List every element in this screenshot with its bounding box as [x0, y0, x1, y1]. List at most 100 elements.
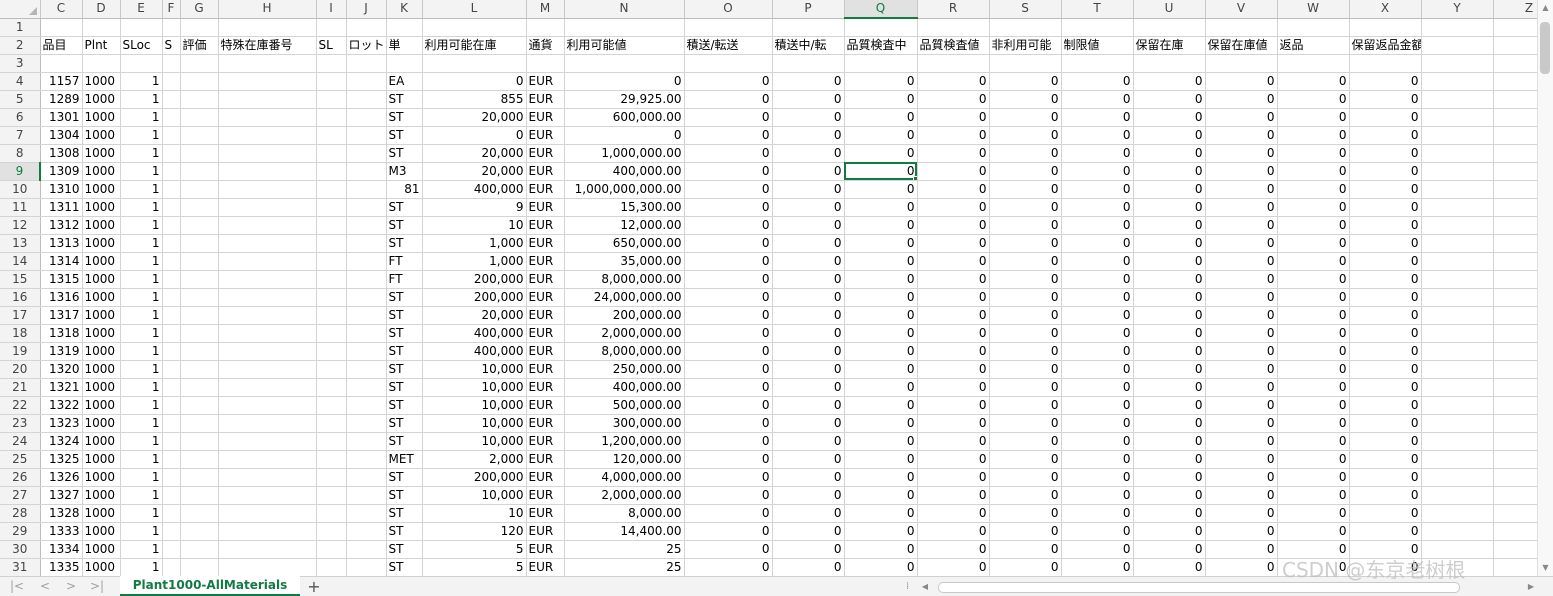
cell[interactable]: 14,400.00	[564, 522, 685, 541]
cell[interactable]	[1349, 54, 1422, 73]
cell[interactable]: 81	[386, 180, 423, 199]
vertical-scrollbar[interactable]: ▲ ▼	[1537, 0, 1553, 576]
cell[interactable]: 0	[1133, 540, 1206, 559]
header-cell[interactable]: 品質検査中	[844, 36, 918, 55]
cell[interactable]	[180, 144, 219, 163]
header-cell[interactable]: 返品	[1277, 36, 1350, 55]
cell[interactable]: 0	[1349, 486, 1422, 505]
add-sheet-button[interactable]: +	[304, 577, 324, 596]
cell[interactable]: 0	[1133, 108, 1206, 127]
cell[interactable]	[218, 414, 317, 433]
column-header-s[interactable]: S	[989, 0, 1062, 19]
row-header[interactable]: 7	[0, 126, 41, 145]
cell[interactable]	[162, 342, 181, 361]
cell[interactable]	[162, 504, 181, 523]
cell[interactable]	[1133, 18, 1206, 37]
cell[interactable]: 29,925.00	[564, 90, 685, 109]
cell[interactable]: 0	[1061, 396, 1134, 415]
cell[interactable]	[526, 18, 565, 37]
column-header-k[interactable]: K	[386, 0, 423, 19]
cell[interactable]	[218, 342, 317, 361]
select-all-corner[interactable]	[0, 0, 41, 19]
cell[interactable]: 400,000	[422, 180, 527, 199]
cell[interactable]: 0	[1349, 252, 1422, 271]
cell[interactable]: 0	[1205, 216, 1278, 235]
cell[interactable]: 1000	[82, 540, 121, 559]
cell[interactable]	[180, 504, 219, 523]
row-header[interactable]: 8	[0, 144, 41, 163]
cell[interactable]: 1317	[40, 306, 83, 325]
row-header[interactable]: 4	[0, 72, 41, 91]
cell[interactable]	[346, 180, 387, 199]
cell[interactable]: MET	[386, 450, 423, 469]
cell[interactable]: 120	[422, 522, 527, 541]
cell[interactable]	[316, 432, 347, 451]
cell[interactable]	[180, 378, 219, 397]
cell[interactable]: 0	[1061, 162, 1134, 181]
column-header-x[interactable]: X	[1349, 0, 1422, 19]
cell[interactable]	[1421, 216, 1494, 235]
cell[interactable]: 0	[917, 144, 990, 163]
cell[interactable]: 0	[772, 306, 845, 325]
cell[interactable]	[772, 18, 845, 37]
cell[interactable]: 1312	[40, 216, 83, 235]
cell[interactable]: 650,000.00	[564, 234, 685, 253]
cell[interactable]: 0	[917, 450, 990, 469]
cell[interactable]: 1000	[82, 504, 121, 523]
cell[interactable]: 20,000	[422, 108, 527, 127]
cell[interactable]: EA	[386, 72, 423, 91]
cell[interactable]	[1421, 522, 1494, 541]
cell[interactable]	[1421, 18, 1494, 37]
cell[interactable]: 1311	[40, 198, 83, 217]
cell[interactable]	[346, 504, 387, 523]
cell[interactable]: EUR	[526, 72, 565, 91]
cell[interactable]	[1421, 486, 1494, 505]
cell[interactable]: 0	[1277, 504, 1350, 523]
cell[interactable]: 0	[772, 90, 845, 109]
cell[interactable]: 0	[1349, 180, 1422, 199]
cell[interactable]	[162, 72, 181, 91]
cell[interactable]: 0	[1277, 180, 1350, 199]
cell[interactable]	[844, 54, 918, 73]
scroll-down-icon[interactable]: ▼	[1538, 560, 1553, 576]
cell[interactable]: ST	[386, 540, 423, 559]
cell[interactable]	[346, 306, 387, 325]
cell[interactable]: 0	[844, 450, 918, 469]
cell[interactable]: ST	[386, 342, 423, 361]
cell[interactable]: EUR	[526, 270, 565, 289]
cell[interactable]: 1333	[40, 522, 83, 541]
cell[interactable]	[1205, 54, 1278, 73]
cell[interactable]: 0	[772, 198, 845, 217]
row-header[interactable]: 15	[0, 270, 41, 289]
cell[interactable]: 2,000	[422, 450, 527, 469]
cell[interactable]	[1493, 486, 1537, 505]
cell[interactable]	[346, 72, 387, 91]
cell[interactable]	[40, 54, 83, 73]
cell[interactable]	[346, 468, 387, 487]
cell[interactable]: EUR	[526, 432, 565, 451]
cell[interactable]: 0	[1133, 324, 1206, 343]
row-header[interactable]: 28	[0, 504, 41, 523]
first-sheet-icon[interactable]: |<	[6, 577, 28, 596]
cell[interactable]: 0	[1061, 324, 1134, 343]
cell[interactable]: 0	[772, 234, 845, 253]
cell[interactable]: EUR	[526, 126, 565, 145]
cell[interactable]	[218, 198, 317, 217]
cell[interactable]: 0	[844, 522, 918, 541]
cell[interactable]	[1493, 162, 1537, 181]
cell[interactable]	[1421, 396, 1494, 415]
cell[interactable]: 0	[1133, 342, 1206, 361]
cell[interactable]	[346, 54, 387, 73]
cell[interactable]	[180, 162, 219, 181]
cell[interactable]: 1000	[82, 468, 121, 487]
cell[interactable]	[316, 360, 347, 379]
cell[interactable]	[180, 252, 219, 271]
column-header-t[interactable]: T	[1061, 0, 1134, 19]
cell[interactable]: 0	[684, 360, 773, 379]
cell[interactable]: M3	[386, 162, 423, 181]
horizontal-scroll-thumb[interactable]	[938, 582, 1460, 593]
cell[interactable]	[1277, 18, 1350, 37]
cell[interactable]: 0	[1205, 270, 1278, 289]
cell[interactable]	[218, 144, 317, 163]
cell[interactable]	[180, 432, 219, 451]
